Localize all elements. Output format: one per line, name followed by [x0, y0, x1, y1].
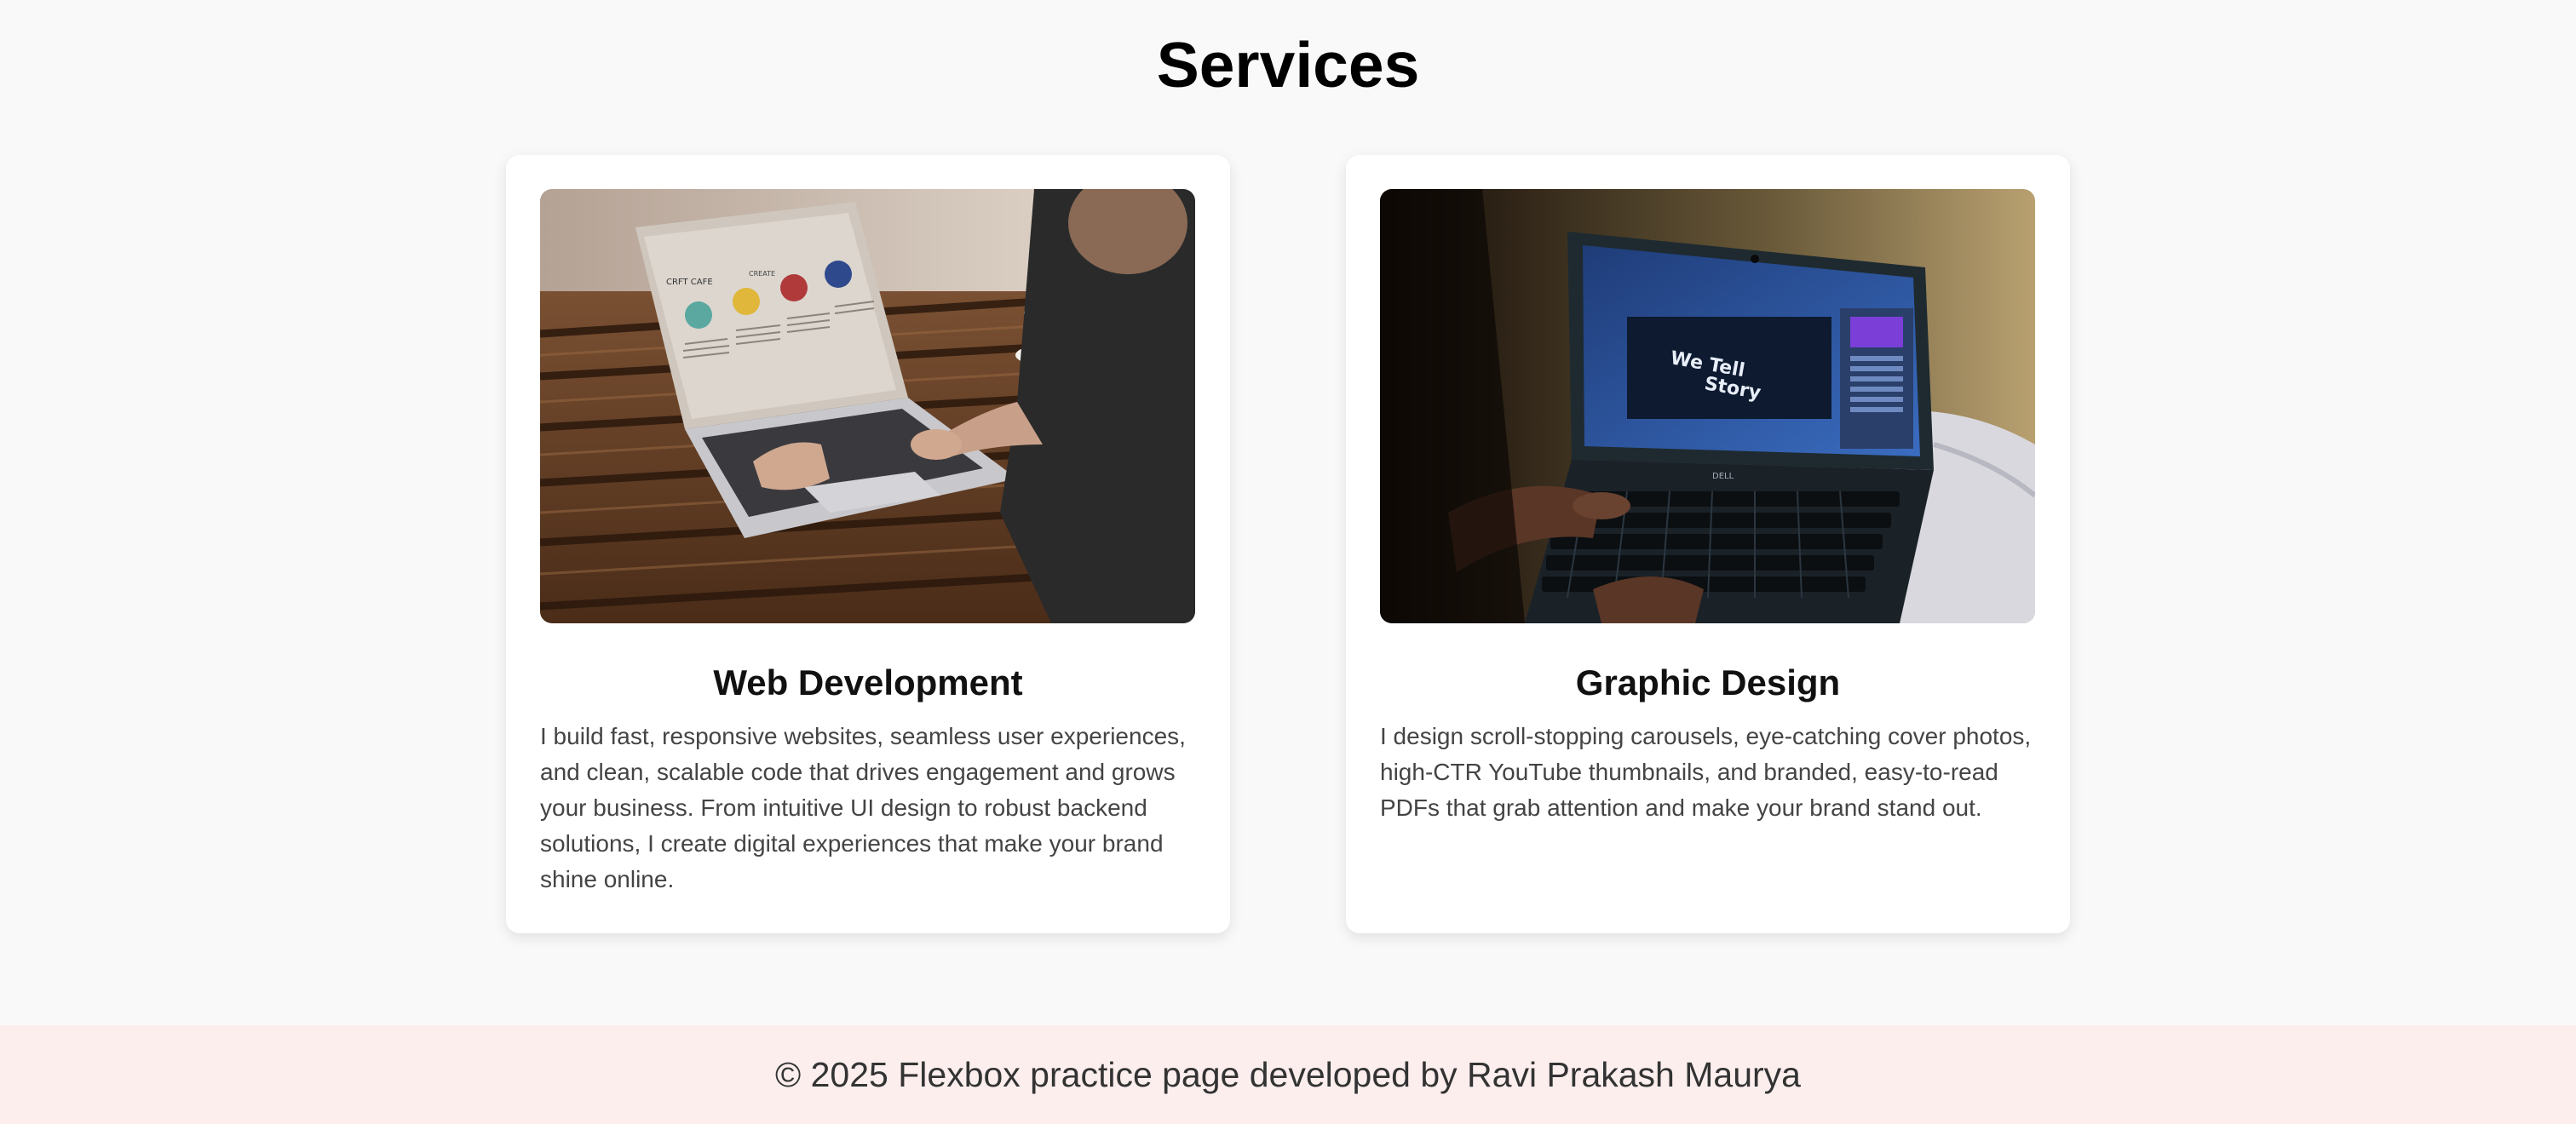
- service-description: I design scroll-stopping carousels, eye-…: [1380, 723, 2032, 821]
- service-title: Web Development: [713, 662, 1023, 702]
- graphic-design-image: We Tell Story DELL: [1380, 189, 2035, 623]
- footer-copyright-text: © 2025 Flexbox practice page developed b…: [775, 1054, 1801, 1094]
- page-footer: © 2025 Flexbox practice page developed b…: [0, 1025, 2576, 1124]
- designer-laptop-illustration: We Tell Story DELL: [1380, 189, 2035, 623]
- laptop-brand-text: DELL: [1712, 472, 1734, 481]
- laptop-on-wooden-table-illustration: CRFT CAFE CREATE: [540, 189, 1195, 623]
- web-screen-heading-text: CREATE: [749, 270, 775, 278]
- service-title: Graphic Design: [1575, 662, 1841, 702]
- service-description: I build fast, responsive websites, seaml…: [540, 723, 1186, 892]
- web-development-image: CRFT CAFE CREATE: [540, 189, 1195, 623]
- page-title: Services: [1156, 29, 1420, 100]
- web-screen-brand-text: CRFT CAFE: [666, 278, 713, 287]
- service-card-web-development: CRFT CAFE CREATE Web Development I build…: [506, 155, 1230, 933]
- service-card-graphic-design: We Tell Story DELL Graphic Design I desi…: [1346, 155, 2070, 933]
